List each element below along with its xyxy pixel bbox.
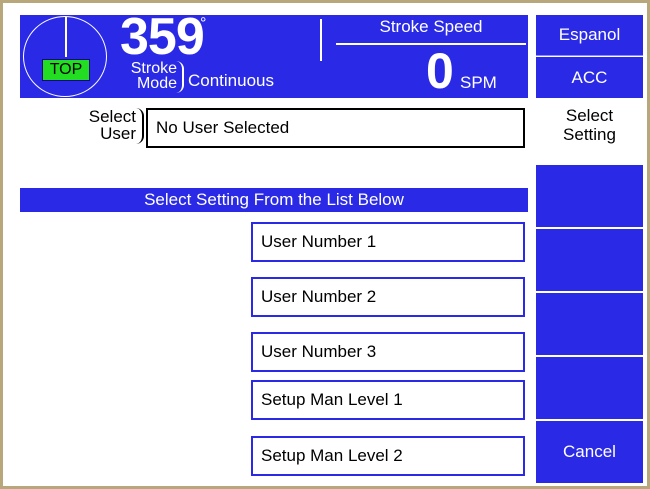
list-item-user-number-2[interactable]: User Number 2 bbox=[251, 277, 525, 317]
list-item-user-number-3[interactable]: User Number 3 bbox=[251, 332, 525, 372]
side-softkey-2[interactable] bbox=[536, 229, 643, 291]
crank-angle-dial: TOP bbox=[23, 16, 107, 97]
list-item-user-number-1[interactable]: User Number 1 bbox=[251, 222, 525, 262]
selected-user-field[interactable]: No User Selected bbox=[146, 108, 525, 148]
espanol-button[interactable]: Espanol bbox=[536, 15, 643, 56]
stroke-mode-label: Stroke Mode bbox=[130, 60, 177, 92]
stroke-mode-bracket bbox=[176, 61, 184, 93]
select-user-label: Select User bbox=[88, 107, 136, 143]
stroke-mode-value: Continuous bbox=[188, 71, 275, 90]
crank-angle-value: 359 bbox=[120, 8, 205, 66]
header-divider bbox=[320, 19, 322, 61]
list-header: Select Setting From the List Below bbox=[20, 188, 528, 212]
degree-symbol: ° bbox=[200, 15, 207, 32]
stroke-speed-unit: SPM bbox=[460, 73, 497, 92]
acc-button[interactable]: ACC bbox=[536, 57, 643, 98]
list-item-setup-man-level-1[interactable]: Setup Man Level 1 bbox=[251, 380, 525, 420]
status-header: TOP 359 ° Stroke Mode Continuous Stroke … bbox=[20, 9, 528, 99]
stroke-speed-label: Stroke Speed bbox=[379, 17, 483, 36]
select-setting-label: Select Setting bbox=[563, 106, 616, 144]
side-softkey-1[interactable] bbox=[536, 165, 643, 227]
cancel-button[interactable]: Cancel bbox=[536, 421, 643, 483]
select-user-bracket bbox=[136, 108, 144, 144]
side-softkey-3[interactable] bbox=[536, 293, 643, 355]
dial-needle bbox=[65, 17, 67, 57]
list-item-setup-man-level-2[interactable]: Setup Man Level 2 bbox=[251, 436, 525, 476]
top-position-badge: TOP bbox=[42, 59, 90, 81]
side-softkey-4[interactable] bbox=[536, 357, 643, 419]
stroke-speed-value: 0 bbox=[426, 43, 454, 99]
